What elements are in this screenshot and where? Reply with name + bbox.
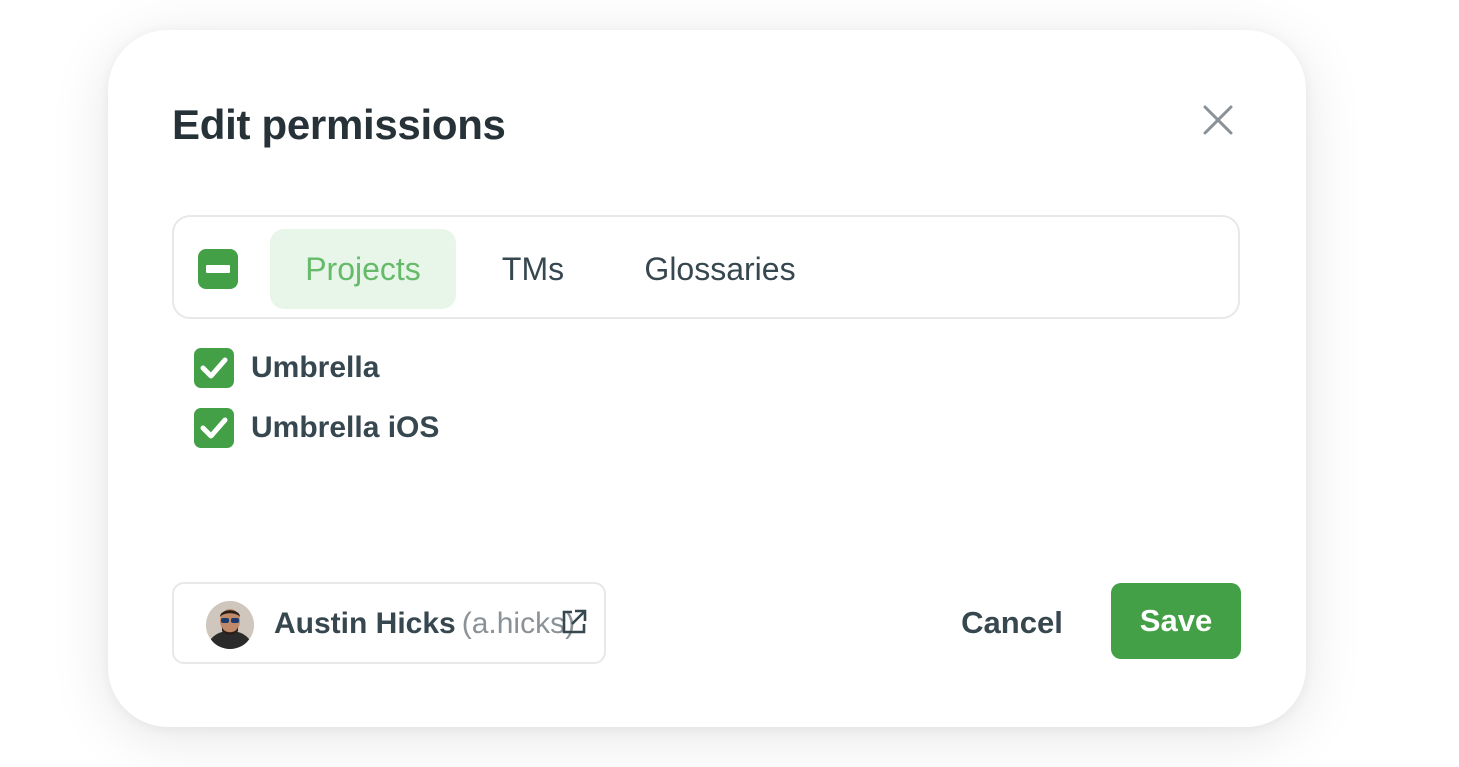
- user-profile-link[interactable]: Austin Hicks (a.hicks): [172, 582, 606, 664]
- list-item[interactable]: Umbrella iOS: [194, 408, 439, 448]
- avatar: [206, 601, 254, 649]
- checkmark-icon: [200, 357, 228, 379]
- tab-projects[interactable]: Projects: [270, 229, 456, 309]
- permission-tabs: Projects TMs Glossaries: [172, 215, 1240, 319]
- project-list: Umbrella Umbrella iOS: [194, 348, 439, 468]
- project-label: Umbrella iOS: [251, 411, 440, 444]
- list-item[interactable]: Umbrella: [194, 348, 439, 388]
- project-checkbox[interactable]: [194, 408, 234, 448]
- save-button[interactable]: Save: [1111, 583, 1241, 659]
- indeterminate-icon: [206, 265, 230, 273]
- select-all-checkbox[interactable]: [198, 249, 238, 289]
- tab-label: Glossaries: [644, 250, 796, 287]
- user-name: Austin Hicks: [274, 607, 456, 640]
- tab-glossaries[interactable]: Glossaries: [622, 229, 818, 309]
- tab-label: Projects: [305, 250, 421, 287]
- edit-permissions-dialog: Edit permissions Projects TMs Glossaries: [108, 30, 1306, 727]
- project-label: Umbrella: [251, 351, 380, 384]
- checkmark-icon: [200, 417, 228, 439]
- external-link-icon: [562, 609, 587, 634]
- close-icon: [1203, 105, 1233, 135]
- dialog-title: Edit permissions: [172, 101, 506, 148]
- cancel-button[interactable]: Cancel: [948, 584, 1076, 662]
- tab-label: TMs: [501, 250, 565, 287]
- tab-tms[interactable]: TMs: [480, 229, 586, 309]
- user-name-text: Austin Hicks (a.hicks): [274, 606, 575, 642]
- project-checkbox[interactable]: [194, 348, 234, 388]
- close-button[interactable]: [1198, 100, 1238, 140]
- user-handle: (a.hicks): [461, 607, 576, 640]
